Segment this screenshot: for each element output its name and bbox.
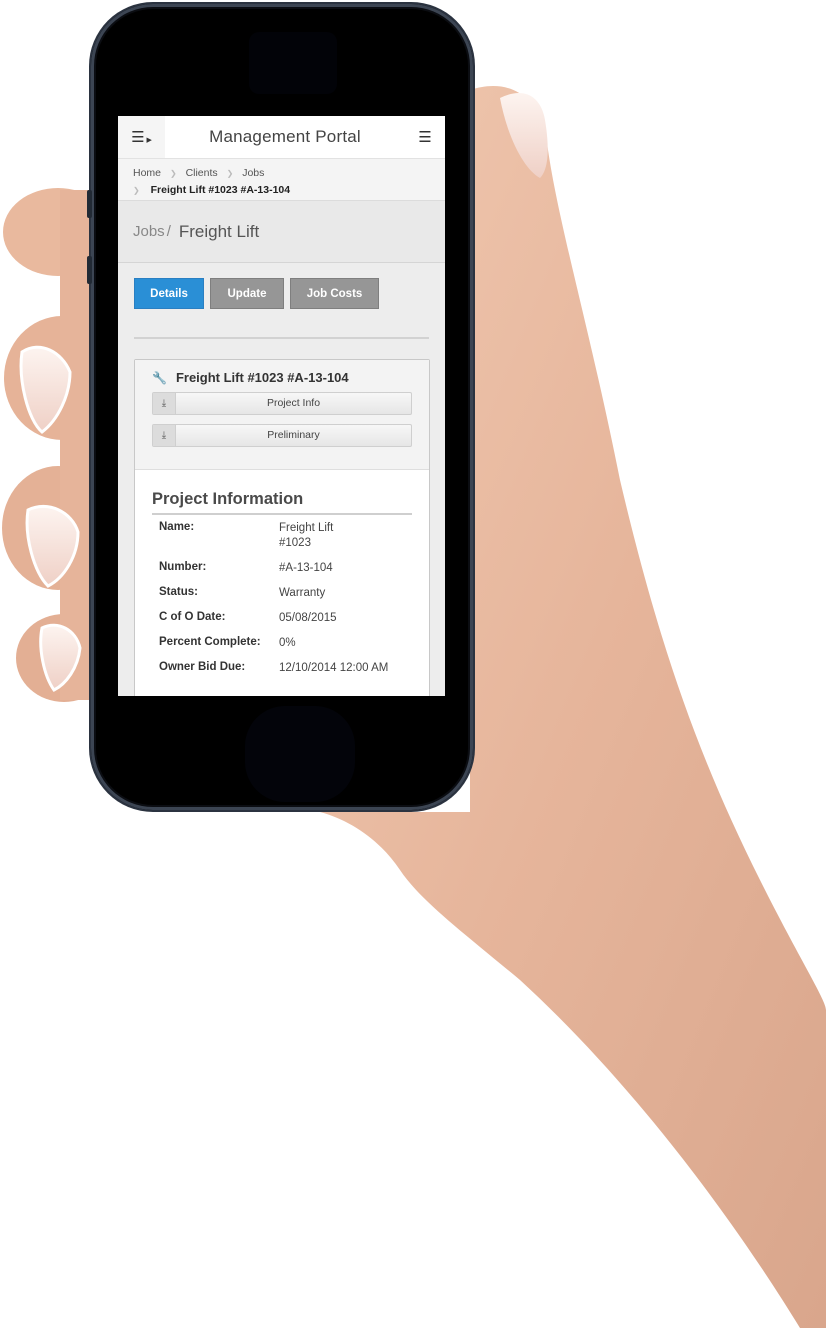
info-label: Number: [159,561,207,573]
tab-update[interactable]: Update [210,278,284,309]
breadcrumb-jobs[interactable]: Jobs [242,167,264,179]
info-value: Freight Lift #1023 [279,522,334,549]
volume-up-button [87,190,92,218]
page-header-separator: / [166,223,171,240]
breadcrumb-home[interactable]: Home [133,167,161,179]
download-icon: ⤓ [153,425,176,446]
breadcrumb: Home ❯ Clients ❯ Jobs ❯ Freight Lift #10… [118,159,445,201]
download-label: Preliminary [267,429,320,441]
sidebar-toggle-button[interactable]: ☰ ▶ [118,116,165,158]
info-label: Owner Bid Due: [159,661,246,673]
info-label: Status: [159,586,198,598]
volume-down-button [87,256,92,284]
info-row-name: Name: Freight Lift #1023 [152,521,412,551]
info-row-owner-bid-due: Owner Bid Due: 12/10/2014 12:00 AM [152,661,412,676]
chevron-right-icon: ❯ [226,169,234,178]
info-value: 05/08/2015 [279,612,337,624]
phone-device: ☰ ▶ Management Portal ☰ Home ❯ Clients ❯ … [87,4,473,810]
home-button[interactable] [245,706,355,802]
job-card-header: 🔧 Freight Lift #1023 #A-13-104 ⤓ Project… [135,360,429,470]
project-information: Project Information Name: Freight Lift #… [135,470,429,676]
app-header: ☰ ▶ Management Portal ☰ [118,116,445,159]
chevron-right-icon: ❯ [133,186,140,195]
info-row-number: Number: #A-13-104 [152,561,412,576]
breadcrumb-current: Freight Lift #1023 #A-13-104 [150,184,291,196]
tab-bar: Details Update Job Costs [118,263,445,309]
page-title: Freight Lift [178,221,260,241]
breadcrumb-clients[interactable]: Clients [186,167,218,179]
earpiece [249,32,337,94]
info-value: 0% [279,637,296,649]
hamburger-icon: ☰ [418,129,432,146]
info-value: 12/10/2014 12:00 AM [279,662,389,674]
hamburger-arrow-icon: ☰ ▶ [131,129,152,146]
info-label: Name: [159,521,195,533]
page-header: Jobs / Freight Lift [118,201,445,263]
page-parent-link[interactable]: Jobs [133,223,165,240]
preliminary-download-button[interactable]: ⤓ Preliminary [152,424,412,447]
info-label: C of O Date: [159,611,226,623]
menu-button[interactable]: ☰ [405,128,445,146]
download-label: Project Info [266,397,321,409]
info-row-status: Status: Warranty [152,586,412,601]
job-card: 🔧 Freight Lift #1023 #A-13-104 ⤓ Project… [134,359,430,696]
job-card-title: Freight Lift #1023 #A-13-104 [175,370,349,385]
divider [134,337,429,339]
download-icon: ⤓ [153,393,176,414]
info-label: Percent Complete: [159,636,261,648]
info-value: #A-13-104 [279,562,333,574]
tab-job-costs[interactable]: Job Costs [290,278,379,309]
phone-screen: ☰ ▶ Management Portal ☰ Home ❯ Clients ❯ … [118,116,445,696]
wrench-icon: 🔧 [152,370,167,385]
info-value: Warranty [279,587,326,599]
info-row-c-of-o-date: C of O Date: 05/08/2015 [152,611,412,626]
project-info-download-button[interactable]: ⤓ Project Info [152,392,412,415]
info-row-percent-complete: Percent Complete: 0% [152,636,412,651]
section-title: Project Information [152,490,412,515]
tab-details[interactable]: Details [134,278,204,309]
chevron-right-icon: ❯ [169,169,177,178]
app-title: Management Portal [209,127,361,146]
